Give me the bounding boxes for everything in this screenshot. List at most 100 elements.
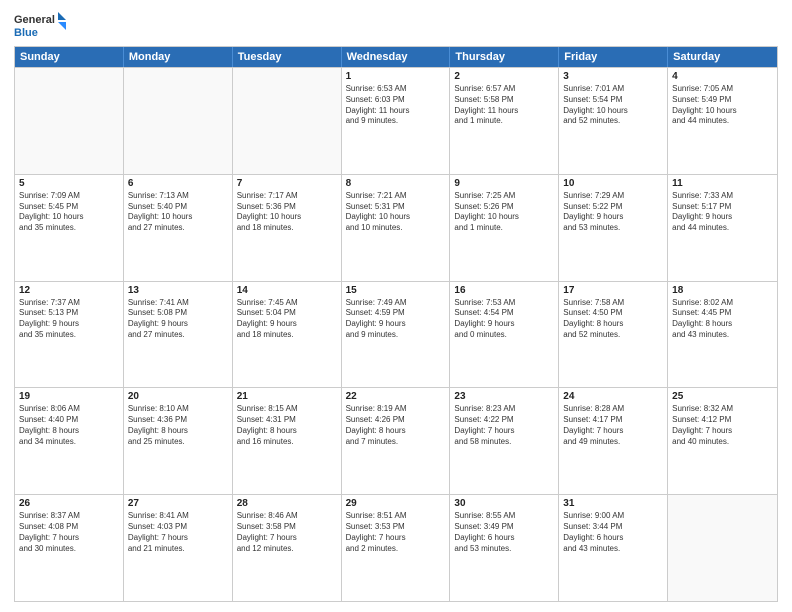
day-info: Sunrise: 8:37 AM Sunset: 4:08 PM Dayligh…: [19, 511, 119, 554]
calendar-day-15: 15 Sunrise: 7:49 AM Sunset: 4:59 PM Dayli…: [342, 282, 451, 388]
calendar-day-empty: [668, 495, 777, 601]
day-number: 30: [454, 498, 554, 509]
day-info: Sunrise: 7:45 AM Sunset: 5:04 PM Dayligh…: [237, 298, 337, 341]
calendar-day-21: 21Sunrise: 8:15 AM Sunset: 4:31 PM Dayli…: [233, 388, 342, 494]
calendar-day-8: 8 Sunrise: 7:21 AM Sunset: 5:31 PM Daylig…: [342, 175, 451, 281]
day-info: Sunrise: 7:49 AM Sunset: 4:59 PM Dayligh…: [346, 298, 446, 341]
calendar-day-22: 22Sunrise: 8:19 AM Sunset: 4:26 PM Dayli…: [342, 388, 451, 494]
day-number: 12: [19, 285, 119, 296]
calendar-day-9: 9Sunrise: 7:25 AM Sunset: 5:26 PM Daylig…: [450, 175, 559, 281]
calendar-day-empty: [124, 68, 233, 174]
day-number: 1: [346, 71, 446, 82]
day-number: 29: [346, 498, 446, 509]
calendar-day-empty: [233, 68, 342, 174]
day-number: 13: [128, 285, 228, 296]
day-info: Sunrise: 7:01 AM Sunset: 5:54 PM Dayligh…: [563, 84, 663, 127]
weekday-header-thursday: Thursday: [450, 47, 559, 67]
day-info: Sunrise: 8:10 AM Sunset: 4:36 PM Dayligh…: [128, 404, 228, 447]
calendar-day-17: 17Sunrise: 7:58 AM Sunset: 4:50 PM Dayli…: [559, 282, 668, 388]
calendar-day-2: 2 Sunrise: 6:57 AM Sunset: 5:58 PM Daylig…: [450, 68, 559, 174]
day-number: 6: [128, 178, 228, 189]
day-number: 18: [672, 285, 773, 296]
logo: General Blue: [14, 10, 68, 40]
calendar: SundayMondayTuesdayWednesdayThursdayFrid…: [14, 46, 778, 602]
day-number: 15: [346, 285, 446, 296]
day-info: Sunrise: 6:53 AM Sunset: 6:03 PM Dayligh…: [346, 84, 446, 127]
calendar-day-16: 16 Sunrise: 7:53 AM Sunset: 4:54 PM Dayli…: [450, 282, 559, 388]
day-number: 10: [563, 178, 663, 189]
day-number: 27: [128, 498, 228, 509]
day-info: Sunrise: 7:37 AM Sunset: 5:13 PM Dayligh…: [19, 298, 119, 341]
day-info: Sunrise: 8:02 AM Sunset: 4:45 PM Dayligh…: [672, 298, 773, 341]
day-number: 31: [563, 498, 663, 509]
calendar-week-1: 1 Sunrise: 6:53 AM Sunset: 6:03 PM Daylig…: [15, 67, 777, 174]
calendar-day-25: 25Sunrise: 8:32 AM Sunset: 4:12 PM Dayli…: [668, 388, 777, 494]
calendar-header: SundayMondayTuesdayWednesdayThursdayFrid…: [15, 47, 777, 67]
day-info: Sunrise: 7:17 AM Sunset: 5:36 PM Dayligh…: [237, 191, 337, 234]
day-info: Sunrise: 7:25 AM Sunset: 5:26 PM Dayligh…: [454, 191, 554, 234]
day-info: Sunrise: 7:53 AM Sunset: 4:54 PM Dayligh…: [454, 298, 554, 341]
weekday-header-tuesday: Tuesday: [233, 47, 342, 67]
calendar-day-13: 13 Sunrise: 7:41 AM Sunset: 5:08 PM Dayli…: [124, 282, 233, 388]
day-number: 3: [563, 71, 663, 82]
day-info: Sunrise: 7:21 AM Sunset: 5:31 PM Dayligh…: [346, 191, 446, 234]
calendar-day-6: 6 Sunrise: 7:13 AM Sunset: 5:40 PM Daylig…: [124, 175, 233, 281]
calendar-day-29: 29 Sunrise: 8:51 AM Sunset: 3:53 PM Dayli…: [342, 495, 451, 601]
calendar-day-28: 28Sunrise: 8:46 AM Sunset: 3:58 PM Dayli…: [233, 495, 342, 601]
day-number: 4: [672, 71, 773, 82]
calendar-day-3: 3 Sunrise: 7:01 AM Sunset: 5:54 PM Daylig…: [559, 68, 668, 174]
day-number: 2: [454, 71, 554, 82]
day-info: Sunrise: 7:09 AM Sunset: 5:45 PM Dayligh…: [19, 191, 119, 234]
day-number: 14: [237, 285, 337, 296]
day-info: Sunrise: 7:29 AM Sunset: 5:22 PM Dayligh…: [563, 191, 663, 234]
calendar-day-19: 19Sunrise: 8:06 AM Sunset: 4:40 PM Dayli…: [15, 388, 124, 494]
day-info: Sunrise: 7:33 AM Sunset: 5:17 PM Dayligh…: [672, 191, 773, 234]
weekday-header-monday: Monday: [124, 47, 233, 67]
calendar-day-empty: [15, 68, 124, 174]
calendar-day-31: 31 Sunrise: 9:00 AM Sunset: 3:44 PM Dayli…: [559, 495, 668, 601]
day-info: Sunrise: 6:57 AM Sunset: 5:58 PM Dayligh…: [454, 84, 554, 127]
svg-text:Blue: Blue: [14, 27, 38, 39]
calendar-week-4: 19Sunrise: 8:06 AM Sunset: 4:40 PM Dayli…: [15, 387, 777, 494]
day-info: Sunrise: 8:51 AM Sunset: 3:53 PM Dayligh…: [346, 511, 446, 554]
calendar-day-20: 20Sunrise: 8:10 AM Sunset: 4:36 PM Dayli…: [124, 388, 233, 494]
calendar-day-23: 23 Sunrise: 8:23 AM Sunset: 4:22 PM Dayli…: [450, 388, 559, 494]
day-info: Sunrise: 7:05 AM Sunset: 5:49 PM Dayligh…: [672, 84, 773, 127]
calendar-day-4: 4 Sunrise: 7:05 AM Sunset: 5:49 PM Daylig…: [668, 68, 777, 174]
calendar-day-11: 11 Sunrise: 7:33 AM Sunset: 5:17 PM Dayli…: [668, 175, 777, 281]
svg-text:General: General: [14, 14, 55, 26]
day-number: 8: [346, 178, 446, 189]
day-info: Sunrise: 8:28 AM Sunset: 4:17 PM Dayligh…: [563, 404, 663, 447]
day-info: Sunrise: 8:55 AM Sunset: 3:49 PM Dayligh…: [454, 511, 554, 554]
day-number: 21: [237, 391, 337, 402]
day-info: Sunrise: 9:00 AM Sunset: 3:44 PM Dayligh…: [563, 511, 663, 554]
day-info: Sunrise: 8:23 AM Sunset: 4:22 PM Dayligh…: [454, 404, 554, 447]
calendar-day-7: 7 Sunrise: 7:17 AM Sunset: 5:36 PM Daylig…: [233, 175, 342, 281]
day-number: 23: [454, 391, 554, 402]
calendar-day-5: 5Sunrise: 7:09 AM Sunset: 5:45 PM Daylig…: [15, 175, 124, 281]
page-header: General Blue: [14, 10, 778, 40]
day-info: Sunrise: 8:41 AM Sunset: 4:03 PM Dayligh…: [128, 511, 228, 554]
calendar-body: 1 Sunrise: 6:53 AM Sunset: 6:03 PM Daylig…: [15, 67, 777, 601]
day-number: 26: [19, 498, 119, 509]
weekday-header-sunday: Sunday: [15, 47, 124, 67]
calendar-day-12: 12 Sunrise: 7:37 AM Sunset: 5:13 PM Dayli…: [15, 282, 124, 388]
day-number: 7: [237, 178, 337, 189]
day-number: 24: [563, 391, 663, 402]
day-info: Sunrise: 7:41 AM Sunset: 5:08 PM Dayligh…: [128, 298, 228, 341]
day-number: 11: [672, 178, 773, 189]
day-number: 22: [346, 391, 446, 402]
day-number: 16: [454, 285, 554, 296]
calendar-day-18: 18 Sunrise: 8:02 AM Sunset: 4:45 PM Dayli…: [668, 282, 777, 388]
calendar-day-27: 27 Sunrise: 8:41 AM Sunset: 4:03 PM Dayli…: [124, 495, 233, 601]
calendar-week-5: 26 Sunrise: 8:37 AM Sunset: 4:08 PM Dayli…: [15, 494, 777, 601]
weekday-header-friday: Friday: [559, 47, 668, 67]
calendar-week-2: 5Sunrise: 7:09 AM Sunset: 5:45 PM Daylig…: [15, 174, 777, 281]
day-info: Sunrise: 7:58 AM Sunset: 4:50 PM Dayligh…: [563, 298, 663, 341]
day-number: 25: [672, 391, 773, 402]
day-info: Sunrise: 7:13 AM Sunset: 5:40 PM Dayligh…: [128, 191, 228, 234]
calendar-day-10: 10 Sunrise: 7:29 AM Sunset: 5:22 PM Dayli…: [559, 175, 668, 281]
calendar-day-24: 24 Sunrise: 8:28 AM Sunset: 4:17 PM Dayli…: [559, 388, 668, 494]
day-info: Sunrise: 8:06 AM Sunset: 4:40 PM Dayligh…: [19, 404, 119, 447]
weekday-header-saturday: Saturday: [668, 47, 777, 67]
